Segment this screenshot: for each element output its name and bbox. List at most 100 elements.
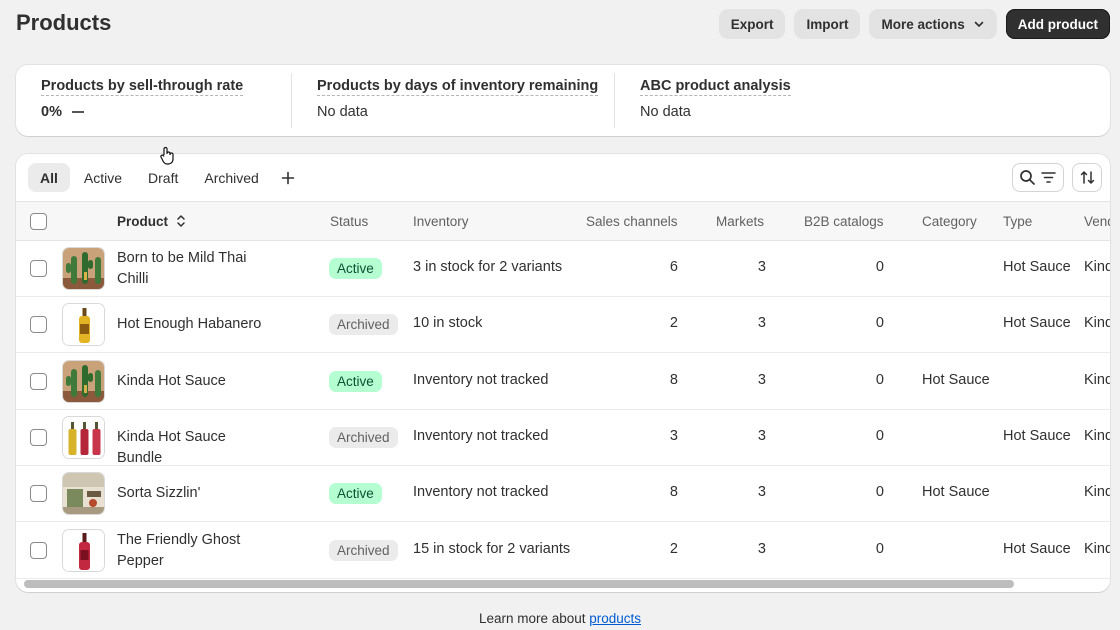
status-badge: Active — [329, 258, 382, 279]
metric-abc-analysis[interactable]: ABC product analysis No data — [640, 77, 791, 120]
column-sales-channels[interactable]: Sales channels — [586, 214, 678, 229]
column-status[interactable]: Status — [330, 214, 368, 229]
column-type[interactable]: Type — [1003, 214, 1032, 229]
more-actions-button[interactable]: More actions — [869, 9, 997, 39]
table-header: Product Status Inventory Sales channels … — [16, 201, 1110, 241]
analytics-card: Products by sell-through rate 0% Product… — [16, 65, 1110, 136]
metric-value: No data — [640, 104, 691, 120]
b2b-catalogs-cell: 0 — [875, 371, 884, 388]
header-actions: Export Import More actions Add product — [718, 9, 1110, 39]
product-thumbnail — [62, 303, 105, 347]
markets-cell: 3 — [757, 371, 766, 388]
column-b2b-catalogs[interactable]: B2B catalogs — [804, 214, 884, 229]
vendor-cell: Kinda — [1084, 371, 1110, 388]
search-filter-button[interactable] — [1012, 163, 1064, 192]
sales-channels-cell: 2 — [669, 315, 678, 332]
vendor-cell: Kinda — [1084, 484, 1110, 501]
row-checkbox[interactable] — [30, 428, 47, 446]
sort-button[interactable] — [1072, 163, 1102, 192]
product-thumbnail — [62, 359, 105, 403]
type-cell: Hot Sauce — [1003, 259, 1071, 275]
sales-channels-cell: 6 — [669, 259, 678, 275]
row-checkbox[interactable] — [30, 372, 47, 390]
status-badge: Active — [329, 483, 382, 505]
product-name[interactable]: Sorta Sizzlin' — [117, 483, 267, 504]
metric-title: Products by sell-through rate — [41, 78, 244, 96]
product-name[interactable]: Hot Enough Habanero — [117, 314, 267, 335]
tab-all[interactable]: All — [28, 163, 70, 192]
product-name[interactable]: The Friendly Ghost Pepper — [117, 530, 267, 572]
inventory-cell: Inventory not tracked — [413, 427, 549, 444]
inventory-cell: 10 in stock — [413, 315, 483, 332]
add-product-button[interactable]: Add product — [1005, 9, 1110, 39]
metric-title: ABC product analysis — [640, 78, 791, 96]
table-row[interactable]: Kinda Hot Sauce Active Inventory not track… — [16, 354, 1110, 410]
sales-channels-cell: 3 — [669, 427, 678, 444]
type-cell: Hot Sauce — [1003, 427, 1071, 444]
row-checkbox[interactable] — [30, 316, 47, 334]
vendor-cell: Kinda — [1084, 427, 1110, 444]
vendor-cell: Kinda — [1084, 259, 1110, 275]
search-icon — [1020, 170, 1035, 185]
chevron-down-icon — [974, 21, 984, 27]
metric-value-text: 0% — [41, 104, 62, 120]
table-row[interactable]: The Friendly Ghost Pepper Archived 15 in s… — [16, 523, 1110, 579]
b2b-catalogs-cell: 0 — [875, 427, 884, 444]
tab-archived[interactable]: Archived — [192, 163, 270, 192]
column-category[interactable]: Category — [922, 214, 977, 229]
export-button[interactable]: Export — [718, 9, 786, 39]
table-row[interactable]: Sorta Sizzlin' Active Inventory not tracke… — [16, 466, 1110, 523]
inventory-cell: 15 in stock for 2 variants — [413, 540, 571, 557]
b2b-catalogs-cell: 0 — [875, 259, 884, 275]
metric-value: No data — [317, 104, 368, 120]
status-badge: Archived — [329, 314, 398, 336]
products-table-card: All Active Draft Archived Product Status… — [16, 154, 1110, 592]
table-row[interactable]: Hot Enough Habanero Archived 10 in stock 2 3… — [16, 297, 1110, 354]
import-button[interactable]: Import — [794, 9, 861, 39]
type-cell: Hot Sauce — [1003, 540, 1071, 557]
column-product[interactable]: Product — [117, 214, 186, 229]
table-row[interactable]: Kinda Hot Sauce Bundle Archived Inventory … — [16, 410, 1110, 466]
column-product-label: Product — [117, 214, 169, 229]
row-checkbox[interactable] — [30, 260, 47, 277]
vendor-cell: Kinda — [1084, 315, 1110, 332]
divider — [614, 73, 615, 128]
column-inventory[interactable]: Inventory — [413, 214, 469, 229]
inventory-cell: 3 in stock for 2 variants — [413, 259, 563, 275]
add-view-icon[interactable] — [273, 163, 303, 192]
more-actions-label: More actions — [881, 16, 965, 32]
vendor-cell: Kinda — [1084, 540, 1110, 557]
tab-active[interactable]: Active — [72, 163, 134, 192]
select-all-checkbox[interactable] — [30, 213, 47, 230]
metric-value: 0% — [41, 104, 243, 120]
table-row[interactable]: Born to be Mild Thai Chilli Active 3 in st… — [16, 241, 1110, 297]
b2b-catalogs-cell: 0 — [875, 484, 884, 501]
column-vendor[interactable]: Vendor — [1084, 214, 1110, 229]
tab-draft[interactable]: Draft — [136, 163, 190, 192]
horizontal-scrollbar[interactable] — [24, 580, 1014, 588]
products-help-link[interactable]: products — [589, 611, 641, 626]
product-name[interactable]: Kinda Hot Sauce Bundle — [117, 427, 267, 469]
b2b-catalogs-cell: 0 — [875, 315, 884, 332]
product-name[interactable]: Kinda Hot Sauce — [117, 371, 267, 392]
category-cell: Hot Sauce — [922, 484, 990, 501]
markets-cell: 3 — [757, 540, 766, 557]
metric-days-inventory[interactable]: Products by days of inventory remaining … — [317, 77, 599, 120]
column-markets[interactable]: Markets — [716, 214, 764, 229]
type-cell: Hot Sauce — [1003, 315, 1071, 332]
sales-channels-cell: 2 — [669, 540, 678, 557]
category-cell: Hot Sauce — [922, 371, 990, 388]
filter-icon — [1041, 172, 1056, 183]
b2b-catalogs-cell: 0 — [875, 540, 884, 557]
inventory-cell: Inventory not tracked — [413, 484, 549, 501]
metric-sell-through[interactable]: Products by sell-through rate 0% — [41, 77, 244, 120]
row-checkbox[interactable] — [30, 485, 47, 503]
markets-cell: 3 — [757, 259, 766, 275]
status-badge: Archived — [329, 539, 398, 561]
product-name[interactable]: Born to be Mild Thai Chilli — [117, 248, 267, 290]
markets-cell: 3 — [757, 484, 766, 501]
markets-cell: 3 — [757, 315, 766, 332]
page-title: Products — [16, 10, 112, 35]
row-checkbox[interactable] — [30, 541, 47, 559]
trend-dash-icon — [71, 111, 84, 113]
